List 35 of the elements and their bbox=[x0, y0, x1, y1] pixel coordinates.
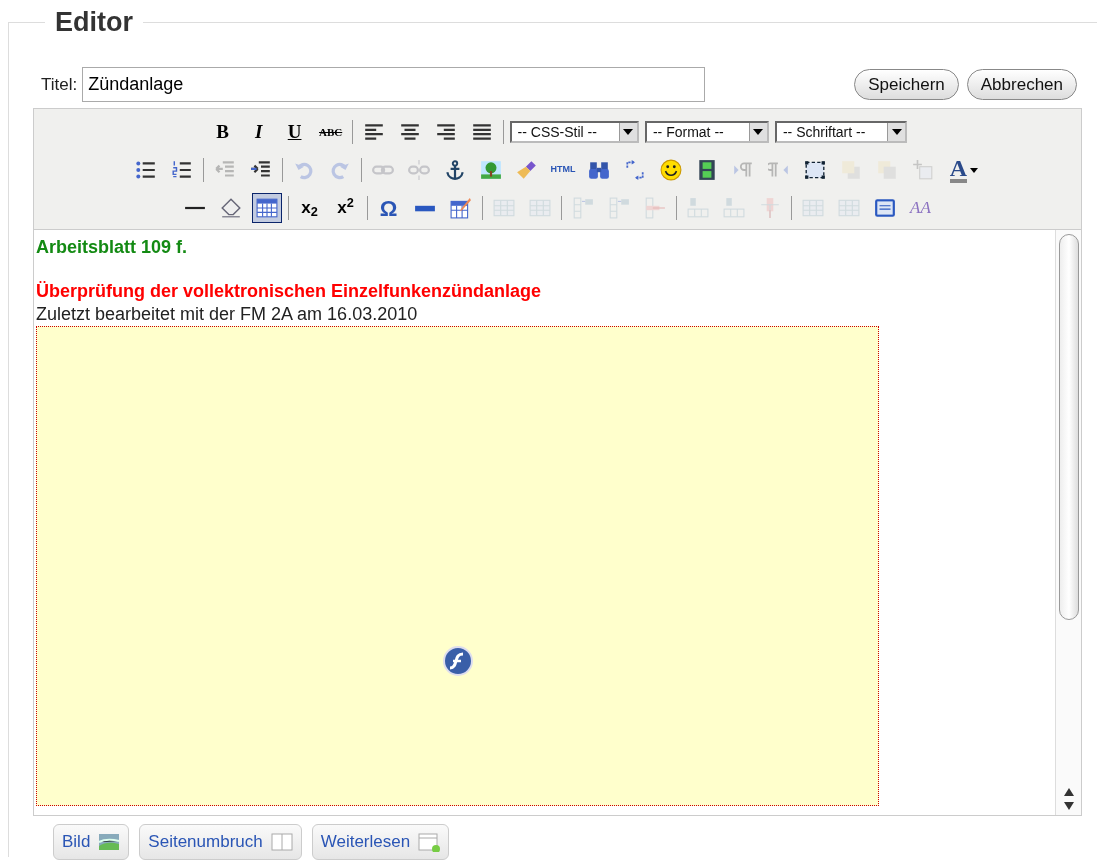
caret-icon bbox=[753, 129, 764, 135]
scrollbar[interactable] bbox=[1055, 230, 1081, 815]
strikethrough-button[interactable]: ABC bbox=[315, 117, 346, 147]
text-color-button[interactable]: A bbox=[944, 155, 984, 185]
dropdown[interactable]: -- Schriftart -- bbox=[774, 121, 908, 143]
caret-icon bbox=[623, 129, 634, 135]
scroll-up-icon[interactable] bbox=[1062, 787, 1075, 797]
dropdown[interactable]: -- CSS-Stil -- bbox=[509, 121, 639, 143]
scroll-down-icon[interactable] bbox=[1062, 801, 1075, 811]
plugin-icon bbox=[442, 646, 473, 676]
script-button[interactable]: x$_{2}$ bbox=[294, 193, 325, 223]
page-icon bbox=[270, 831, 293, 852]
dropdown[interactable]: -- Format -- bbox=[644, 121, 769, 143]
html-button[interactable]: HTML bbox=[548, 155, 578, 185]
cancel-button[interactable]: Abbrechen bbox=[966, 68, 1077, 101]
scroll-thumb[interactable] bbox=[1058, 234, 1079, 620]
image-button[interactable]: Bild bbox=[53, 824, 130, 860]
title-field[interactable]: Zündanlage bbox=[82, 67, 706, 102]
save-button[interactable]: Speichern bbox=[854, 68, 959, 101]
caret-icon bbox=[891, 129, 902, 135]
underline-button[interactable]: U bbox=[279, 117, 310, 147]
table-icon[interactable] bbox=[251, 193, 282, 223]
italic-button[interactable]: I bbox=[243, 117, 274, 147]
pagebreak-button[interactable]: Seitenumbruch bbox=[139, 824, 302, 860]
bold-button[interactable]: B bbox=[207, 117, 238, 147]
script-button[interactable]: x$^{2}$ bbox=[330, 193, 361, 223]
readmore-button[interactable]: Weiterlesen bbox=[311, 824, 450, 860]
page-plus-icon bbox=[418, 831, 441, 852]
document-subheading: Überprüfung der vollektronischen Einzelfunkenzündanlage bbox=[36, 280, 543, 302]
document-heading: Arbeitsblatt 109 f. bbox=[36, 236, 189, 258]
document-text: Zuletzt bearbeitet mit der FM 2A am 16.03.2010 bbox=[36, 303, 419, 326]
title-label: Titel: bbox=[41, 73, 78, 96]
symbol-button[interactable]: Ω bbox=[373, 193, 404, 223]
caret-icon bbox=[970, 167, 979, 173]
image-icon bbox=[98, 831, 121, 852]
